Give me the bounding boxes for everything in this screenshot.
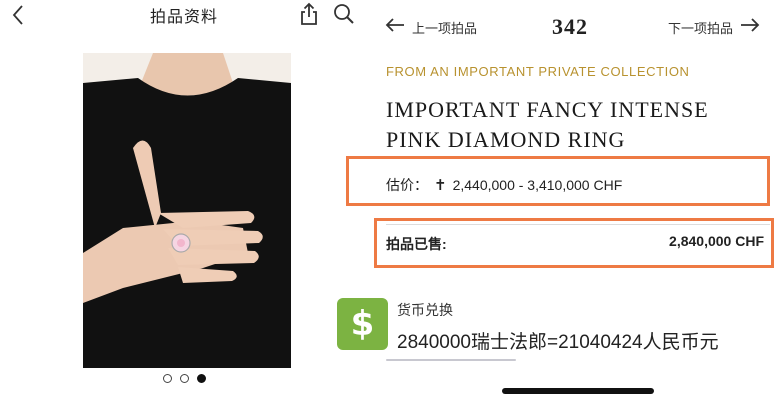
carousel-dot[interactable] bbox=[163, 374, 172, 383]
provenance-label: FROM AN IMPORTANT PRIVATE COLLECTION bbox=[386, 64, 690, 79]
sold-value: 2,840,000 CHF bbox=[669, 233, 764, 249]
dagger-icon: ✝ bbox=[434, 177, 447, 194]
search-icon[interactable] bbox=[333, 3, 355, 25]
carousel-dot-active[interactable] bbox=[197, 374, 206, 383]
currency-title: 货币兑换 bbox=[397, 302, 453, 318]
page-title: 拍品资料 bbox=[150, 9, 219, 26]
carousel-dots bbox=[163, 374, 206, 386]
product-photo[interactable] bbox=[83, 53, 291, 368]
back-chevron-icon[interactable] bbox=[10, 4, 26, 26]
dollar-icon: $ bbox=[337, 298, 388, 350]
arrow-right-icon bbox=[739, 17, 761, 38]
lot-number: 342 bbox=[552, 14, 588, 39]
carousel-dot[interactable] bbox=[180, 374, 189, 383]
dollar-glyph: $ bbox=[350, 304, 375, 344]
arrow-left-icon bbox=[384, 17, 406, 38]
lot-title: IMPORTANT FANCY INTENSE PINK DIAMOND RIN… bbox=[386, 97, 709, 152]
currency-result: 2840000瑞士法郎=21040424人民币元 bbox=[397, 332, 719, 353]
estimate-row: 估价： ✝ 2,440,000 - 3,410,000 CHF bbox=[386, 175, 622, 195]
next-lot-label: 下一项拍品 bbox=[668, 21, 734, 36]
home-indicator[interactable] bbox=[502, 388, 654, 394]
previous-lot-label: 上一项拍品 bbox=[412, 21, 478, 36]
next-lot-button[interactable]: 下一项拍品 bbox=[668, 17, 761, 38]
share-icon[interactable] bbox=[298, 2, 320, 26]
scroll-indicator bbox=[386, 359, 516, 361]
estimate-value: 2,440,000 - 3,410,000 CHF bbox=[452, 177, 623, 193]
estimate-label: 估价： bbox=[386, 177, 428, 193]
sold-label: 拍品已售: bbox=[386, 236, 447, 252]
previous-lot-button[interactable]: 上一项拍品 bbox=[384, 17, 477, 38]
